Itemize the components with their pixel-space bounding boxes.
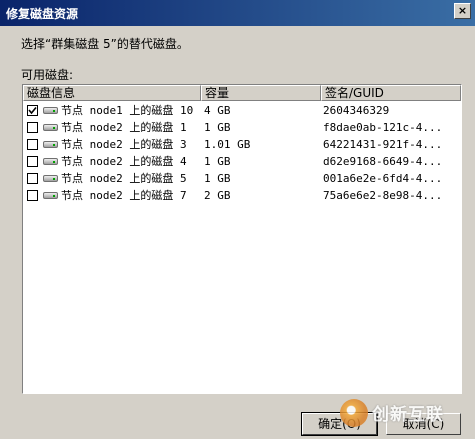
table-row[interactable]: 节点 node2 上的磁盘 5 1 GB 001a6e2e-6fd4-4... [23, 170, 461, 187]
instruction-text: 选择“群集磁盘 5”的替代磁盘。 [21, 37, 189, 51]
disk-capacity: 2 GB [204, 189, 231, 202]
column-header-signature[interactable]: 签名/GUID [321, 85, 461, 101]
table-row[interactable]: 节点 node2 上的磁盘 1 1 GB f8dae0ab-121c-4... [23, 119, 461, 136]
disk-signature: 2604346329 [323, 104, 390, 117]
disk-signature: f8dae0ab-121c-4... [323, 121, 443, 134]
disk-name: 节点 node2 上的磁盘 7 [61, 189, 187, 202]
table-row[interactable]: 节点 node2 上的磁盘 4 1 GB d62e9168-6649-4... [23, 153, 461, 170]
disk-list[interactable]: 磁盘信息 容量 签名/GUID 节点 node1 上的磁盘 10 4 GB 2604… [22, 84, 462, 394]
disk-checkbox[interactable] [27, 173, 38, 184]
disk-name: 节点 node2 上的磁盘 4 [61, 155, 187, 168]
disk-name: 节点 node2 上的磁盘 5 [61, 172, 187, 185]
table-row[interactable]: 节点 node2 上的磁盘 3 1.01 GB 64221431-921f-4... [23, 136, 461, 153]
watermark-logo-icon [340, 399, 368, 427]
available-disks-label: 可用磁盘: [21, 68, 74, 82]
list-header: 磁盘信息 容量 签名/GUID [23, 85, 461, 101]
disk-name: 节点 node2 上的磁盘 1 [61, 121, 187, 134]
window-title: 修复磁盘资源 [6, 7, 79, 21]
disk-drive-icon [43, 141, 58, 148]
disk-drive-icon [43, 192, 58, 199]
watermark: 创新互联 [340, 395, 470, 435]
disk-signature: 75a6e6e2-8e98-4... [323, 189, 443, 202]
disk-checkbox[interactable] [27, 105, 38, 116]
close-button[interactable]: × [454, 3, 471, 19]
table-row[interactable]: 节点 node2 上的磁盘 7 2 GB 75a6e6e2-8e98-4... [23, 187, 461, 204]
disk-drive-icon [43, 175, 58, 182]
disk-drive-icon [43, 124, 58, 131]
column-header-capacity[interactable]: 容量 [201, 85, 321, 101]
watermark-text: 创新互联 [372, 405, 444, 425]
table-row[interactable]: 节点 node1 上的磁盘 10 4 GB 2604346329 [23, 102, 461, 119]
disk-capacity: 4 GB [204, 104, 231, 117]
title-bar: 修复磁盘资源 × [0, 0, 475, 26]
checkmark-icon [28, 106, 37, 115]
disk-checkbox[interactable] [27, 156, 38, 167]
disk-signature: 001a6e2e-6fd4-4... [323, 172, 443, 185]
disk-drive-icon [43, 107, 58, 114]
disk-capacity: 1 GB [204, 121, 231, 134]
column-header-disk-info[interactable]: 磁盘信息 [23, 85, 201, 101]
disk-checkbox[interactable] [27, 190, 38, 201]
disk-capacity: 1 GB [204, 155, 231, 168]
disk-drive-icon [43, 158, 58, 165]
disk-signature: d62e9168-6649-4... [323, 155, 443, 168]
disk-name: 节点 node2 上的磁盘 3 [61, 138, 187, 151]
disk-name: 节点 node1 上的磁盘 10 [61, 104, 194, 117]
disk-signature: 64221431-921f-4... [323, 138, 443, 151]
disk-checkbox[interactable] [27, 122, 38, 133]
disk-capacity: 1.01 GB [204, 138, 251, 151]
disk-checkbox[interactable] [27, 139, 38, 150]
disk-capacity: 1 GB [204, 172, 231, 185]
